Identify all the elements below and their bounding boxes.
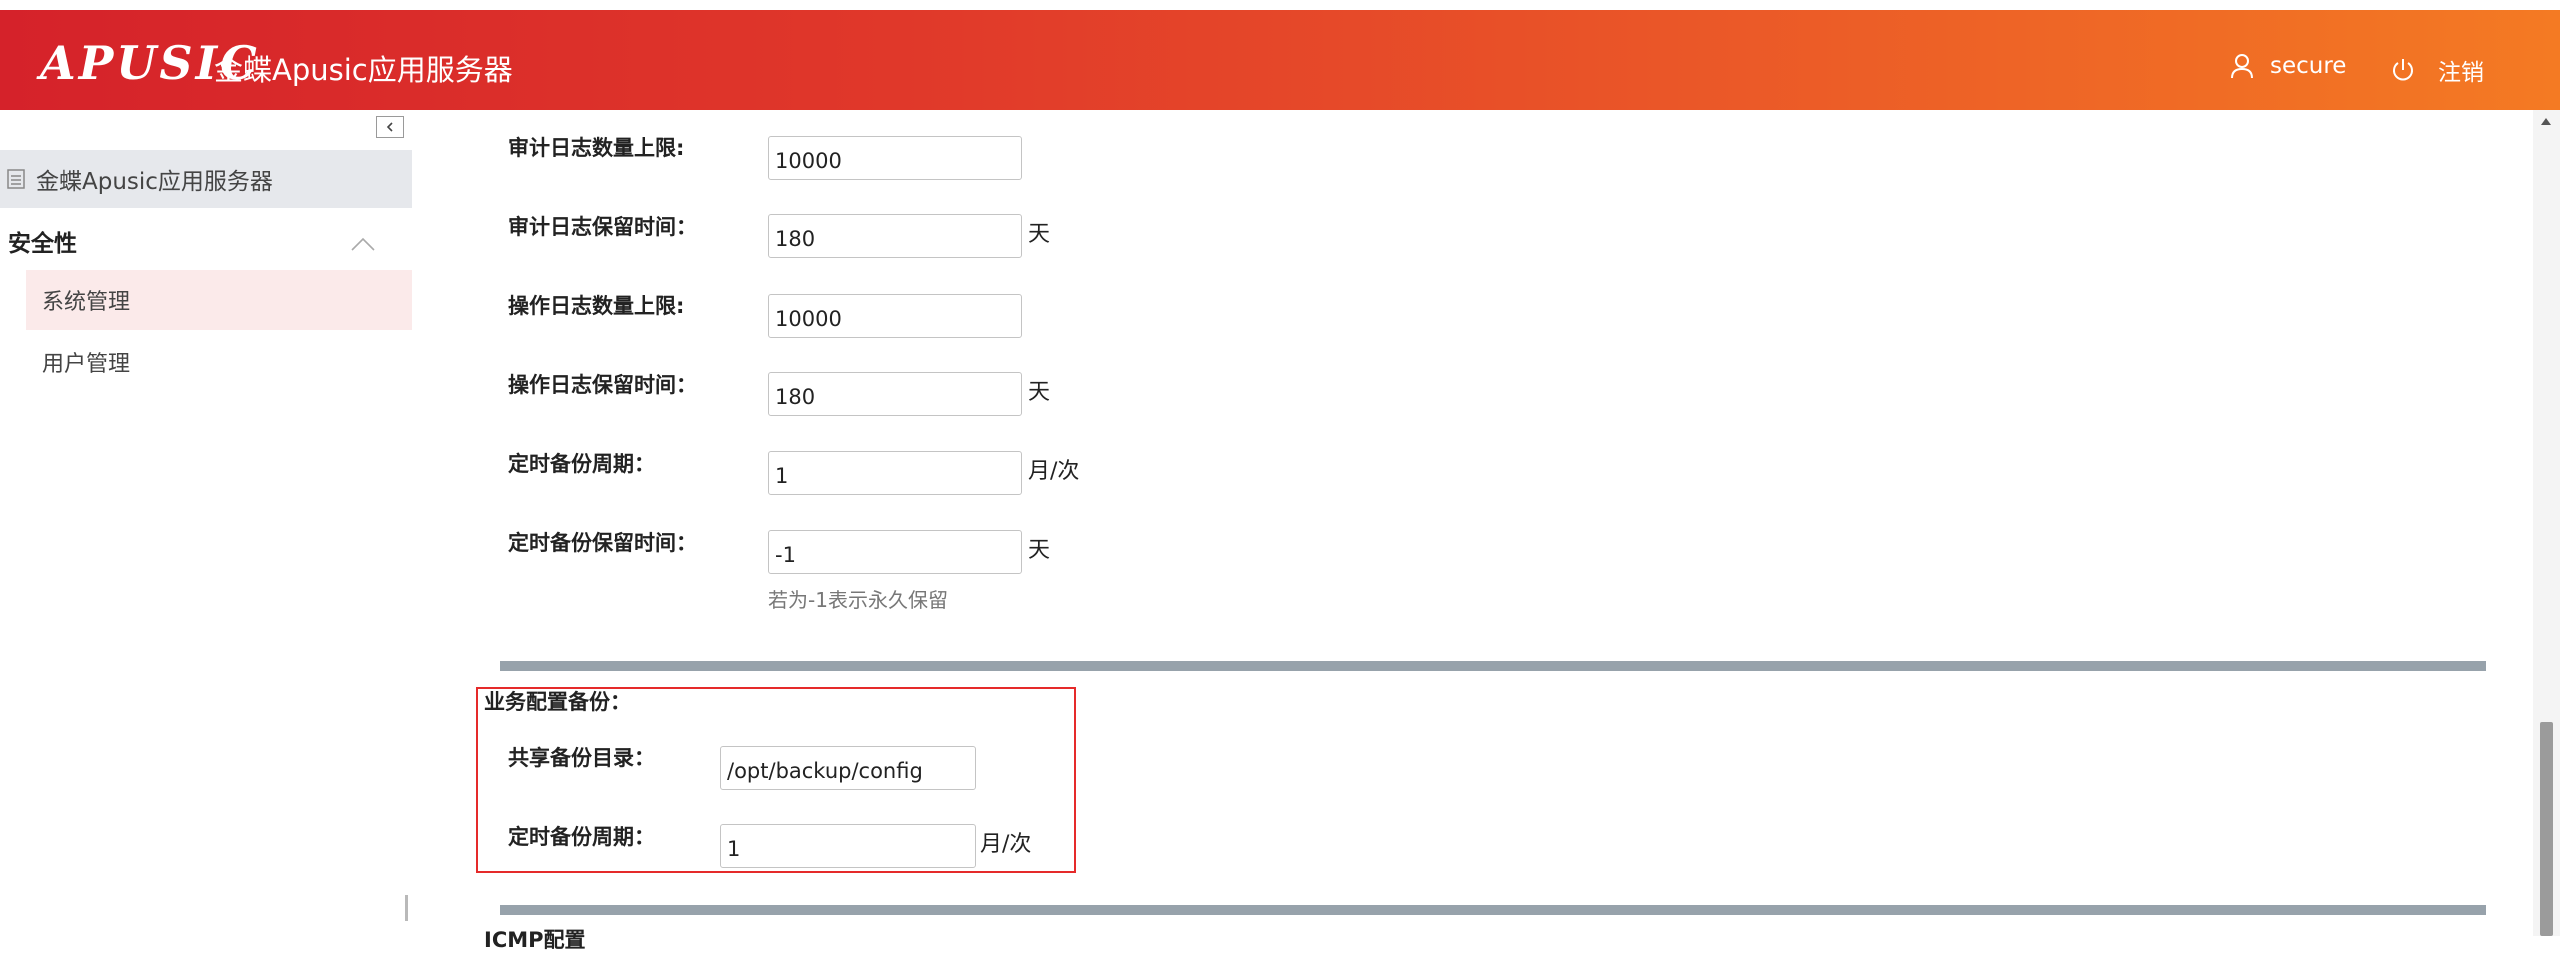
sidebar-item-label: 用户管理 [42, 352, 131, 377]
backup-period-label: 定时备份周期： [508, 452, 655, 476]
tree-root-server[interactable]: 金蝶Apusic应用服务器 [0, 150, 412, 208]
server-icon [7, 169, 25, 189]
sidebar-resize-handle[interactable] [405, 895, 408, 921]
power-icon [2393, 59, 2413, 81]
user-name: secure [2270, 53, 2347, 79]
operation-log-retention-unit: 天 [1028, 380, 1051, 405]
backup-retention-unit: 天 [1028, 538, 1051, 563]
chevron-up-icon [351, 237, 375, 251]
operation-log-max-label: 操作日志数量上限: [508, 294, 685, 318]
sidebar-item-user-management[interactable]: 用户管理 [26, 332, 412, 392]
sidebar-group-label: 安全性 [8, 231, 77, 257]
business-backup-section-title: 业务配置备份： [484, 690, 631, 714]
logout-label: 注销 [2438, 60, 2484, 86]
backup-retention-input[interactable]: -1 [768, 530, 1022, 574]
audit-log-retention-unit: 天 [1028, 222, 1051, 247]
top-strip [0, 0, 2560, 10]
section-divider [500, 905, 2486, 915]
next-section-title: ICMP配置 [484, 928, 586, 952]
collapse-sidebar-button[interactable] [376, 116, 404, 138]
sidebar-group-security[interactable]: 安全性 [0, 214, 412, 274]
audit-log-retention-label: 审计日志保留时间： [508, 215, 697, 239]
shared-backup-dir-label: 共享备份目录： [508, 746, 655, 770]
sidebar: 金蝶Apusic应用服务器 安全性 系统管理 用户管理 [0, 110, 412, 936]
user-menu[interactable]: secure [2228, 48, 2346, 84]
operation-log-retention-input[interactable]: 180 [768, 372, 1022, 416]
tree-root-label: 金蝶Apusic应用服务器 [36, 169, 273, 195]
section-divider [500, 661, 2486, 671]
operation-log-max-input[interactable]: 10000 [768, 294, 1022, 338]
backup-period-input[interactable]: 1 [768, 451, 1022, 495]
app-header: APUSIC 金蝶Apusic应用服务器 secure 注销 [0, 10, 2560, 110]
sidebar-item-label: 系统管理 [42, 290, 131, 315]
backup-retention-hint: 若为-1表示永久保留 [768, 588, 948, 612]
business-backup-period-unit: 月/次 [980, 832, 1032, 857]
chevron-left-icon [386, 122, 393, 132]
scrollbar-thumb[interactable] [2540, 722, 2553, 936]
shared-backup-dir-input[interactable]: /opt/backup/config [720, 746, 976, 790]
audit-log-max-label: 审计日志数量上限: [508, 136, 685, 160]
scroll-up-arrow-icon[interactable] [2541, 118, 2551, 125]
audit-log-retention-input[interactable]: 180 [768, 214, 1022, 258]
backup-retention-label: 定时备份保留时间： [508, 531, 697, 555]
vertical-scrollbar[interactable] [2533, 110, 2560, 936]
logout-button[interactable]: 注销 [2390, 52, 2484, 88]
app-title: 金蝶Apusic应用服务器 [214, 53, 513, 87]
audit-log-max-input[interactable]: 10000 [768, 136, 1022, 180]
user-icon [2231, 54, 2253, 79]
business-backup-period-label: 定时备份周期： [508, 825, 655, 849]
sidebar-item-system-management[interactable]: 系统管理 [26, 270, 412, 330]
business-backup-period-input[interactable]: 1 [720, 824, 976, 868]
operation-log-retention-label: 操作日志保留时间： [508, 373, 697, 397]
backup-period-unit: 月/次 [1028, 459, 1080, 484]
